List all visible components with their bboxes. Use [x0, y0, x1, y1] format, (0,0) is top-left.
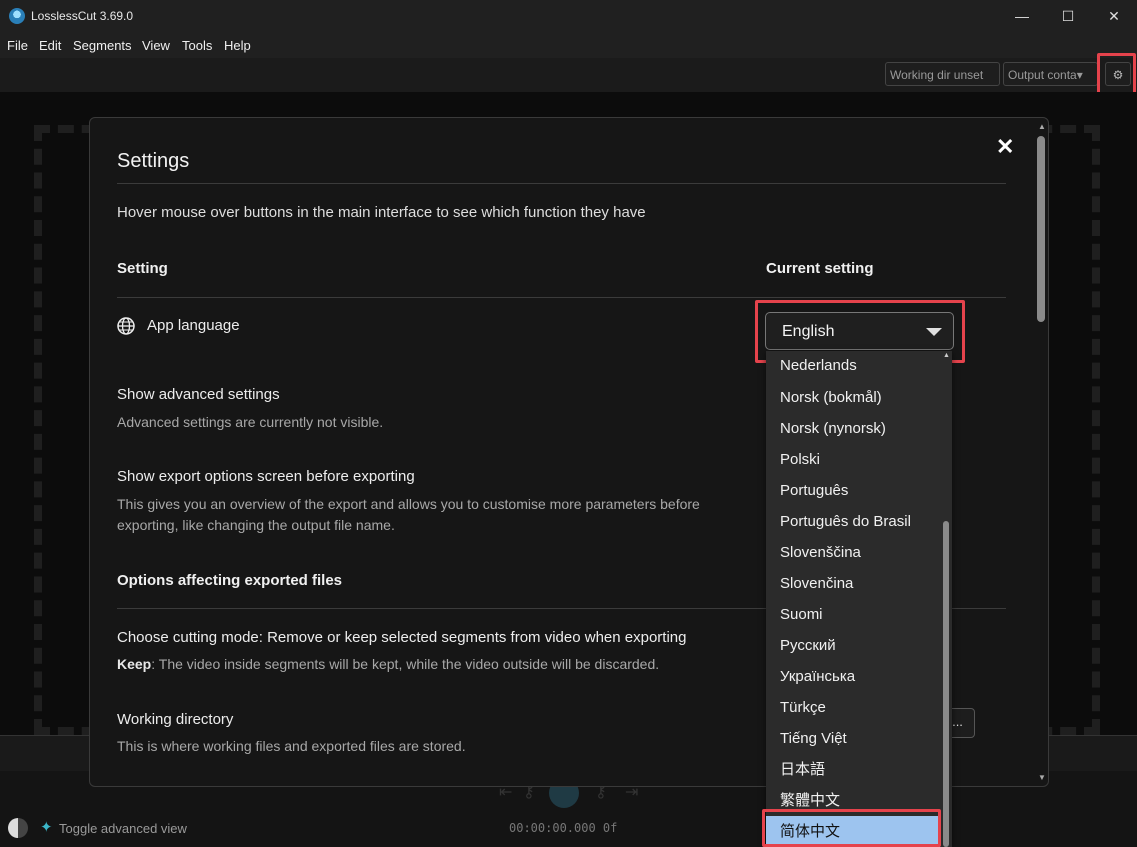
divider [117, 183, 1006, 184]
language-option-selected[interactable]: 简体中文 [766, 816, 940, 847]
language-option[interactable]: Polski [766, 444, 940, 475]
dialog-scroll-thumb[interactable] [1037, 136, 1045, 322]
working-dir-button[interactable]: Working dir unset [885, 62, 1000, 86]
export-screen-label: Show export options screen before export… [117, 468, 415, 485]
cutting-mode-label: Choose cutting mode: Remove or keep sele… [117, 629, 687, 646]
maximize-button[interactable]: ☐ [1045, 0, 1091, 32]
divider [117, 297, 1006, 298]
section-exported-files: Options affecting exported files [117, 572, 343, 589]
scroll-down-icon[interactable]: ▼ [1038, 773, 1046, 782]
close-window-button[interactable]: ✕ [1091, 0, 1137, 32]
menu-bar: File Edit Segments View Tools Help [0, 32, 1137, 58]
menu-file[interactable]: File [7, 38, 28, 53]
scroll-up-icon[interactable]: ▲ [1038, 122, 1046, 131]
minimize-button[interactable]: — [999, 0, 1045, 32]
language-option[interactable]: Русский [766, 630, 940, 661]
chevron-down-icon: ▾ [1076, 68, 1083, 82]
globe-icon [117, 317, 135, 335]
language-option[interactable]: Norsk (bokmål) [766, 382, 940, 413]
dialog-title: Settings [117, 150, 190, 172]
timecode: 00:00:00.000 0f [509, 821, 618, 835]
advanced-view-icon[interactable]: ✦ [40, 818, 53, 836]
language-option[interactable]: 日本語 [766, 754, 940, 785]
close-settings-button[interactable]: ✕ [996, 134, 1014, 160]
menu-tools[interactable]: Tools [182, 38, 212, 53]
app-language-select[interactable]: English [765, 312, 954, 350]
language-option[interactable]: Norsk (nynorsk) [766, 413, 940, 444]
menu-segments[interactable]: Segments [73, 38, 132, 53]
language-option[interactable]: Slovenščina [766, 537, 940, 568]
language-option[interactable]: Türkçe [766, 692, 940, 723]
advanced-settings-desc: Advanced settings are currently not visi… [117, 414, 384, 430]
scroll-up-icon[interactable]: ▲ [943, 352, 950, 359]
working-directory-desc: This is where working files and exported… [117, 738, 466, 754]
language-option[interactable]: Slovenčina [766, 568, 940, 599]
app-language-value: English [782, 323, 835, 340]
keep-word: Keep [117, 656, 152, 672]
column-header-setting: Setting [117, 260, 168, 277]
app-language-label: App language [147, 317, 240, 334]
keep-desc-text: : The video inside segments will be kept… [151, 656, 660, 672]
app-logo-icon [9, 8, 25, 24]
output-container-select[interactable]: Output conta▾ [1003, 62, 1098, 86]
language-option[interactable]: 繁體中文 [766, 785, 940, 816]
language-option[interactable]: Nederlands [766, 351, 940, 381]
language-option[interactable]: Tiếng Việt [766, 723, 940, 754]
menu-view[interactable]: View [142, 38, 170, 53]
dropdown-scroll-thumb[interactable] [943, 521, 949, 847]
settings-hint: Hover mouse over buttons in the main int… [117, 204, 646, 221]
settings-button[interactable]: ⚙ [1105, 62, 1131, 86]
column-header-current: Current setting [766, 260, 874, 277]
advanced-settings-label: Show advanced settings [117, 386, 280, 403]
language-option[interactable]: Українська [766, 661, 940, 692]
language-option[interactable]: Português [766, 475, 940, 506]
toggle-advanced-view[interactable]: Toggle advanced view [59, 821, 187, 836]
export-screen-desc: This gives you an overview of the export… [117, 496, 700, 533]
window-title: LosslessCut 3.69.0 [31, 9, 134, 23]
output-container-label: Output conta [1008, 68, 1077, 82]
gear-icon: ⚙ [1112, 68, 1124, 82]
language-option[interactable]: Suomi [766, 599, 940, 630]
language-option[interactable]: Português do Brasil [766, 506, 940, 537]
chevron-down-icon [926, 328, 942, 336]
menu-edit[interactable]: Edit [39, 38, 61, 53]
cutting-mode-desc: Keep: The video inside segments will be … [117, 654, 659, 675]
menu-help[interactable]: Help [224, 38, 251, 53]
title-bar: LosslessCut 3.69.0 — ☐ ✕ [0, 0, 1137, 32]
language-dropdown-list: Nederlands Norsk (bokmål) Norsk (nynorsk… [766, 351, 952, 847]
theme-toggle-icon[interactable] [8, 818, 28, 838]
working-directory-label: Working directory [117, 711, 234, 728]
